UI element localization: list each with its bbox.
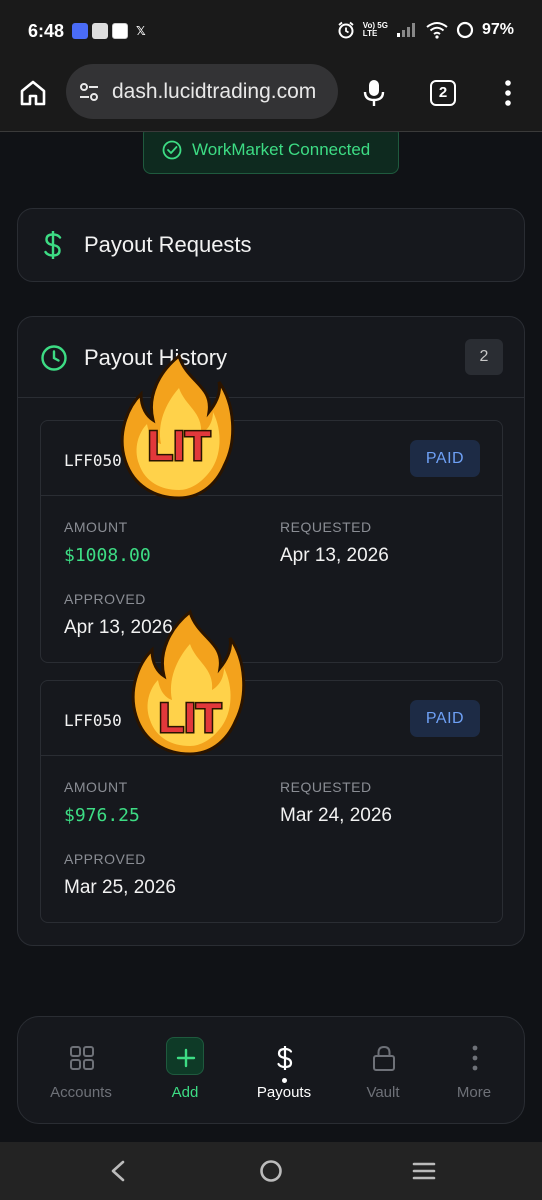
divider xyxy=(41,755,502,756)
check-circle-icon xyxy=(162,140,182,160)
payout-requests-card[interactable]: Payout Requests xyxy=(17,208,525,282)
nav-label: Add xyxy=(171,1084,199,1101)
back-icon[interactable] xyxy=(108,1160,128,1182)
amount-label: AMOUNT xyxy=(64,779,128,795)
lit-sticker-text: LIT xyxy=(159,694,222,741)
network-type: Vo) 5G LTE xyxy=(362,21,388,38)
amount-value: $1008.00 xyxy=(64,545,151,566)
payout-history-card: Payout History 2 LFF050 PAID AMOUNT $100… xyxy=(17,316,525,946)
status-bar: 6:48 𝕏 Vo) 5G LTE 97% xyxy=(0,0,542,62)
bottom-navigation: Accounts Add Payouts Vault More xyxy=(17,1016,525,1124)
amount-label: AMOUNT xyxy=(64,519,128,535)
lit-fire-sticker: LIT xyxy=(120,353,235,500)
payout-history-count: 2 xyxy=(465,339,503,375)
dollar-icon xyxy=(44,231,62,259)
page-content: WorkMarket Connected Payout Requests Pay… xyxy=(0,132,542,1142)
system-navigation-bar xyxy=(0,1142,542,1200)
wifi-icon xyxy=(426,22,448,39)
payout-item[interactable]: LFF050 PAID AMOUNT $976.25 REQUESTED Mar… xyxy=(40,680,503,923)
clock-icon xyxy=(41,345,67,371)
nav-item-accounts[interactable]: Accounts xyxy=(36,1041,126,1111)
dollar-icon xyxy=(277,1046,293,1070)
divider xyxy=(18,397,524,398)
nav-label: Payouts xyxy=(256,1084,312,1101)
more-vertical-icon xyxy=(472,1045,478,1071)
x-app-icon: 𝕏 xyxy=(136,24,146,38)
requested-label: REQUESTED xyxy=(280,519,372,535)
nav-item-vault[interactable]: Vault xyxy=(338,1041,428,1111)
amount-value: $976.25 xyxy=(64,805,140,826)
nav-item-payouts[interactable]: Payouts xyxy=(239,1041,329,1111)
status-badge: PAID xyxy=(410,440,480,477)
play-store-icon xyxy=(112,23,128,39)
site-settings-icon[interactable] xyxy=(78,81,100,103)
approved-label: APPROVED xyxy=(64,591,146,607)
lock-icon xyxy=(373,1045,395,1071)
active-indicator-dot xyxy=(282,1078,287,1083)
requested-label: REQUESTED xyxy=(280,779,372,795)
nav-item-more[interactable]: More xyxy=(429,1041,519,1111)
home-icon[interactable] xyxy=(18,78,48,108)
requested-date: Mar 24, 2026 xyxy=(280,805,392,826)
recents-icon[interactable] xyxy=(412,1162,436,1180)
battery-icon xyxy=(456,21,474,39)
battery-percent: 97% xyxy=(481,21,514,38)
status-right: Vo) 5G LTE 97% xyxy=(337,21,514,39)
tab-switcher-button[interactable]: 2 xyxy=(430,80,456,106)
divider xyxy=(41,495,502,496)
workmarket-status-label: WorkMarket Connected xyxy=(192,140,371,159)
browser-menu-icon[interactable] xyxy=(500,79,516,107)
grid-icon xyxy=(70,1046,94,1070)
address-bar[interactable]: dash.lucidtrading.com xyxy=(66,64,338,119)
payout-id: LFF050 xyxy=(64,711,122,730)
app-notification-icon xyxy=(92,23,108,39)
payout-item[interactable]: LFF050 PAID AMOUNT $1008.00 REQUESTED Ap… xyxy=(40,420,503,663)
payout-id: LFF050 xyxy=(64,451,122,470)
lit-fire-sticker: LIT xyxy=(131,609,246,756)
url-text: dash.lucidtrading.com xyxy=(112,80,317,103)
workmarket-status-badge: WorkMarket Connected xyxy=(143,132,399,174)
lit-sticker-text: LIT xyxy=(148,422,211,469)
approved-date: Mar 25, 2026 xyxy=(64,877,176,898)
alarm-icon xyxy=(338,21,354,39)
browser-toolbar: dash.lucidtrading.com 2 xyxy=(0,62,542,132)
plus-icon xyxy=(176,1048,196,1068)
nav-label: Vault xyxy=(366,1084,400,1101)
signal-icon xyxy=(396,23,415,37)
nav-label: Accounts xyxy=(50,1084,112,1101)
requested-date: Apr 13, 2026 xyxy=(280,545,389,566)
payout-requests-title: Payout Requests xyxy=(84,232,252,257)
status-time: 6:48 xyxy=(28,21,65,41)
notification-icons: 𝕏 xyxy=(72,23,146,39)
app-notification-icon xyxy=(72,23,88,39)
status-badge: PAID xyxy=(410,700,480,737)
home-circle-icon[interactable] xyxy=(259,1159,283,1183)
microphone-icon[interactable] xyxy=(362,78,386,108)
nav-item-add[interactable]: Add xyxy=(140,1037,230,1111)
nav-label: More xyxy=(456,1084,492,1101)
approved-label: APPROVED xyxy=(64,851,146,867)
